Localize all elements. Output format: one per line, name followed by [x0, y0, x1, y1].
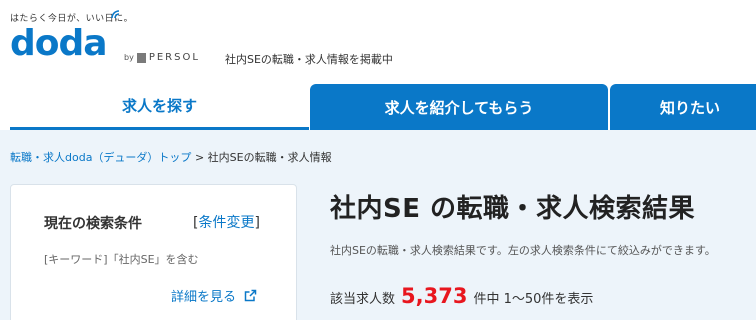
conditions-title: 現在の検索条件	[44, 216, 142, 232]
persol-text: PERSOL	[148, 52, 200, 63]
tab-want-to-know[interactable]: 知りたい	[610, 84, 756, 130]
persol-byline: by PERSOL	[124, 52, 200, 63]
logo-text: doda	[10, 23, 108, 64]
results-description: 社内SEの転職・求人検索結果です。左の求人検索条件にて絞込みができます。	[330, 244, 716, 257]
breadcrumb: 転職・求人doda（デューダ）トップ > 社内SEの転職・求人情報	[10, 149, 332, 165]
tab-find-jobs[interactable]: 求人を探す	[10, 84, 309, 130]
persol-mark-icon	[136, 52, 146, 63]
bracket-close: ]	[254, 215, 260, 231]
change-conditions-label[interactable]: 条件変更	[198, 215, 254, 231]
site-header: はたらく今日が、いい日に。 doda by PERSOL 社内SEの転職・求人情…	[0, 0, 756, 84]
results-title: 社内SE の転職・求人検索結果	[330, 194, 696, 224]
count-suffix: 件中 1〜50件を表示	[473, 292, 594, 307]
conditions-description: [キーワード]「社内SE」を含む	[44, 253, 199, 266]
global-nav: 求人を探す 求人を紹介してもらう 知りたい	[0, 84, 756, 130]
header-caption: 社内SEの転職・求人情報を掲載中	[225, 53, 393, 66]
breadcrumb-separator: >	[194, 151, 205, 164]
breadcrumb-home-link[interactable]: 転職・求人doda（デューダ）トップ	[10, 151, 191, 164]
view-details-link[interactable]: 詳細を見る	[171, 286, 257, 305]
logo-accent-icon	[111, 10, 120, 19]
tab-get-introduced[interactable]: 求人を紹介してもらう	[310, 84, 608, 130]
external-link-icon	[244, 289, 257, 302]
by-text: by	[124, 53, 134, 62]
count-label: 該当求人数	[330, 292, 396, 307]
results-count: 該当求人数 5,373 件中 1〜50件を表示	[330, 284, 593, 308]
breadcrumb-current: 社内SEの転職・求人情報	[207, 151, 332, 164]
view-details-label: 詳細を見る	[171, 290, 237, 305]
doda-logo[interactable]: doda	[10, 22, 108, 66]
change-conditions-link[interactable]: [条件変更]	[193, 212, 260, 232]
count-number: 5,373	[401, 284, 468, 308]
search-conditions-panel: 現在の検索条件 [条件変更] [キーワード]「社内SE」を含む 詳細を見る	[10, 184, 297, 320]
